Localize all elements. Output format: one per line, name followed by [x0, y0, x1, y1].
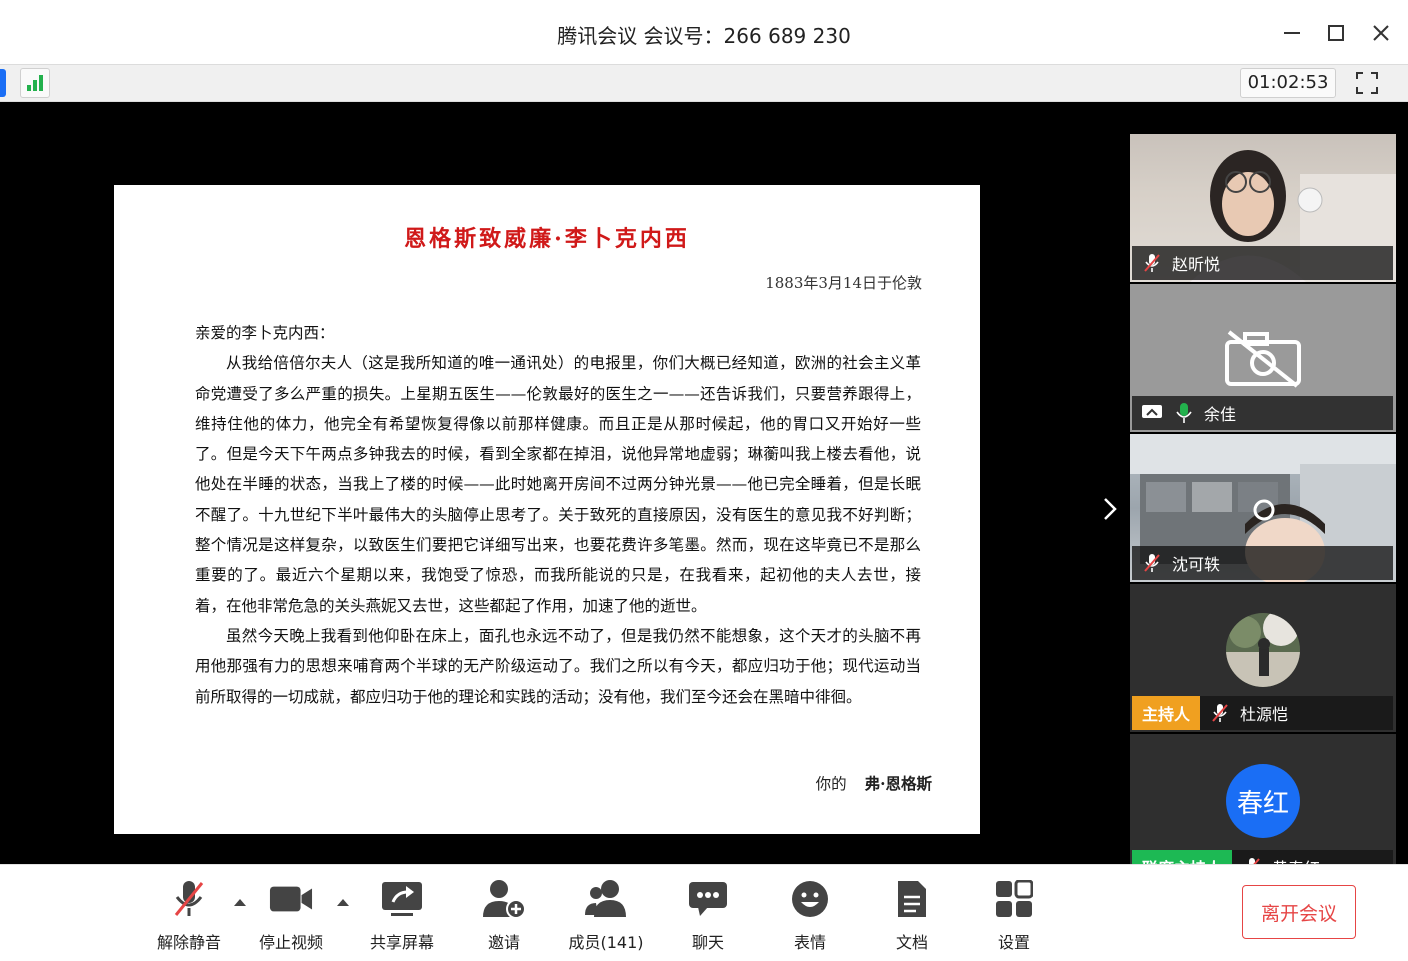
document-paragraph: 从我给倍倍尔夫人（这是我所知道的唯一通讯处）的电报里，你们大概已经知道，欧洲的社… [195, 354, 921, 615]
invite-label: 邀请 [487, 933, 520, 952]
meeting-timer: 01:02:53 [1240, 68, 1336, 98]
document-signature-line: 你的 弗·恩格斯 [816, 772, 932, 794]
host-badge: 主持人 [1132, 696, 1201, 730]
close-icon [1373, 25, 1389, 41]
settings-label: 设置 [997, 933, 1030, 952]
participant-tile[interactable]: 春红 联席主持人 黄春红 [1130, 734, 1396, 864]
participant-tile[interactable]: 赵昕悦 [1130, 134, 1396, 282]
share-screen-button[interactable]: 共享屏幕 [357, 879, 447, 953]
fullscreen-icon [1356, 72, 1378, 94]
document-signature: 弗·恩格斯 [864, 774, 932, 793]
status-bar: 01:02:53 [0, 64, 1408, 102]
members-icon [584, 879, 628, 919]
participant-namebar: 联席主持人 黄春红 [1132, 850, 1393, 864]
screen-share-icon [1138, 396, 1166, 430]
mic-muted-icon [1206, 696, 1234, 730]
chevron-right-icon [1104, 498, 1117, 520]
mic-muted-icon [1138, 246, 1166, 280]
participant-tile[interactable]: 主持人 杜源恺 [1130, 584, 1396, 732]
document-closing: 你的 [815, 775, 847, 793]
participant-name: 赵昕悦 [1172, 255, 1221, 274]
participant-name: 黄春红 [1272, 855, 1320, 864]
participant-name: 余佳 [1204, 405, 1237, 424]
participant-namebar: 沈可轶 [1132, 546, 1393, 580]
participant-namebar: 赵昕悦 [1132, 246, 1393, 280]
network-signal-button[interactable] [20, 68, 50, 98]
shared-screen-stage: 恩格斯致威廉·李卜克内西 1883年3月14日于伦敦 亲爱的李卜克内西： 从我给… [0, 102, 1408, 864]
document-title: 恩格斯致威廉·李卜克内西 [404, 226, 690, 252]
grid-settings-icon [992, 879, 1036, 919]
minimize-button[interactable] [1277, 18, 1307, 48]
participant-tile[interactable]: 余佳 [1130, 284, 1396, 432]
title-bar: 腾讯会议 会议号：266 689 230 [0, 0, 1408, 64]
meeting-window: 腾讯会议 会议号：266 689 230 01:02:53 恩格斯致威廉·李卜克… [0, 0, 1408, 961]
stop-video-button[interactable]: 停止视频 [246, 879, 336, 953]
participant-name: 沈可轶 [1172, 555, 1221, 574]
close-button[interactable] [1366, 18, 1396, 48]
document-icon [890, 879, 934, 919]
reactions-button[interactable]: 表情 [765, 879, 855, 953]
unmute-button[interactable]: 解除静音 [144, 879, 234, 953]
participant-namebar: 余佳 [1132, 396, 1393, 430]
next-page-button[interactable] [1098, 496, 1122, 526]
maximize-button[interactable] [1321, 18, 1351, 48]
shared-document: 恩格斯致威廉·李卜克内西 1883年3月14日于伦敦 亲爱的李卜克内西： 从我给… [114, 185, 980, 834]
fullscreen-button[interactable] [1352, 68, 1382, 98]
members-button[interactable]: 成员(141) [561, 879, 651, 953]
reactions-label: 表情 [793, 933, 826, 952]
stop-video-label: 停止视频 [258, 933, 323, 952]
smiley-icon [788, 879, 832, 919]
document-body: 亲爱的李卜克内西： 从我给倍倍尔夫人（这是我所知道的唯一通讯处）的电报里，你们大… [195, 318, 921, 712]
document-date: 1883年3月14日于伦敦 [765, 274, 922, 292]
invite-button[interactable]: 邀请 [459, 879, 549, 953]
camera-off-icon [1225, 330, 1301, 388]
video-camera-icon [269, 879, 313, 919]
share-screen-icon [380, 879, 424, 919]
info-tab-edge[interactable] [0, 69, 6, 97]
mic-muted-icon [1138, 546, 1166, 580]
minimize-icon [1284, 32, 1300, 34]
audio-options-caret-icon[interactable] [233, 897, 247, 907]
mic-muted-icon [167, 879, 211, 919]
participant-list: 赵昕悦 余佳 沈可轶 主持人 杜源恺 春红 [1130, 134, 1396, 864]
participant-name: 杜源恺 [1240, 705, 1289, 724]
docs-button[interactable]: 文档 [867, 879, 957, 953]
participant-tile[interactable]: 沈可轶 [1130, 434, 1396, 582]
video-options-caret-icon[interactable] [336, 897, 350, 907]
mic-muted-icon [1238, 850, 1266, 864]
chat-label: 聊天 [691, 933, 724, 952]
avatar: 春红 [1226, 764, 1300, 838]
leave-meeting-button[interactable]: 离开会议 [1242, 885, 1356, 939]
docs-label: 文档 [895, 933, 928, 952]
add-user-icon [482, 879, 526, 919]
unmute-label: 解除静音 [156, 933, 221, 952]
members-label: 成员(141) [568, 933, 644, 952]
cohost-badge: 联席主持人 [1132, 850, 1233, 864]
participant-namebar: 主持人 杜源恺 [1132, 696, 1393, 730]
bottom-toolbar: 解除静音 停止视频 共享屏幕 邀请 成员(141) 聊天 表情 文档 设置 离开… [0, 864, 1408, 961]
share-screen-label: 共享屏幕 [369, 933, 434, 952]
avatar [1226, 613, 1300, 687]
signal-bars-icon [27, 75, 43, 91]
document-salutation: 亲爱的李卜克内西： [195, 324, 335, 342]
mic-on-icon [1170, 396, 1198, 430]
chat-icon [686, 879, 730, 919]
maximize-icon [1328, 25, 1344, 41]
chat-button[interactable]: 聊天 [663, 879, 753, 953]
window-title: 腾讯会议 会议号：266 689 230 [557, 24, 851, 48]
settings-button[interactable]: 设置 [969, 879, 1059, 953]
document-paragraph: 虽然今天晚上我看到他仰卧在床上，面孔也永远不动了，但是我仍然不能想象，这个天才的… [195, 626, 921, 706]
